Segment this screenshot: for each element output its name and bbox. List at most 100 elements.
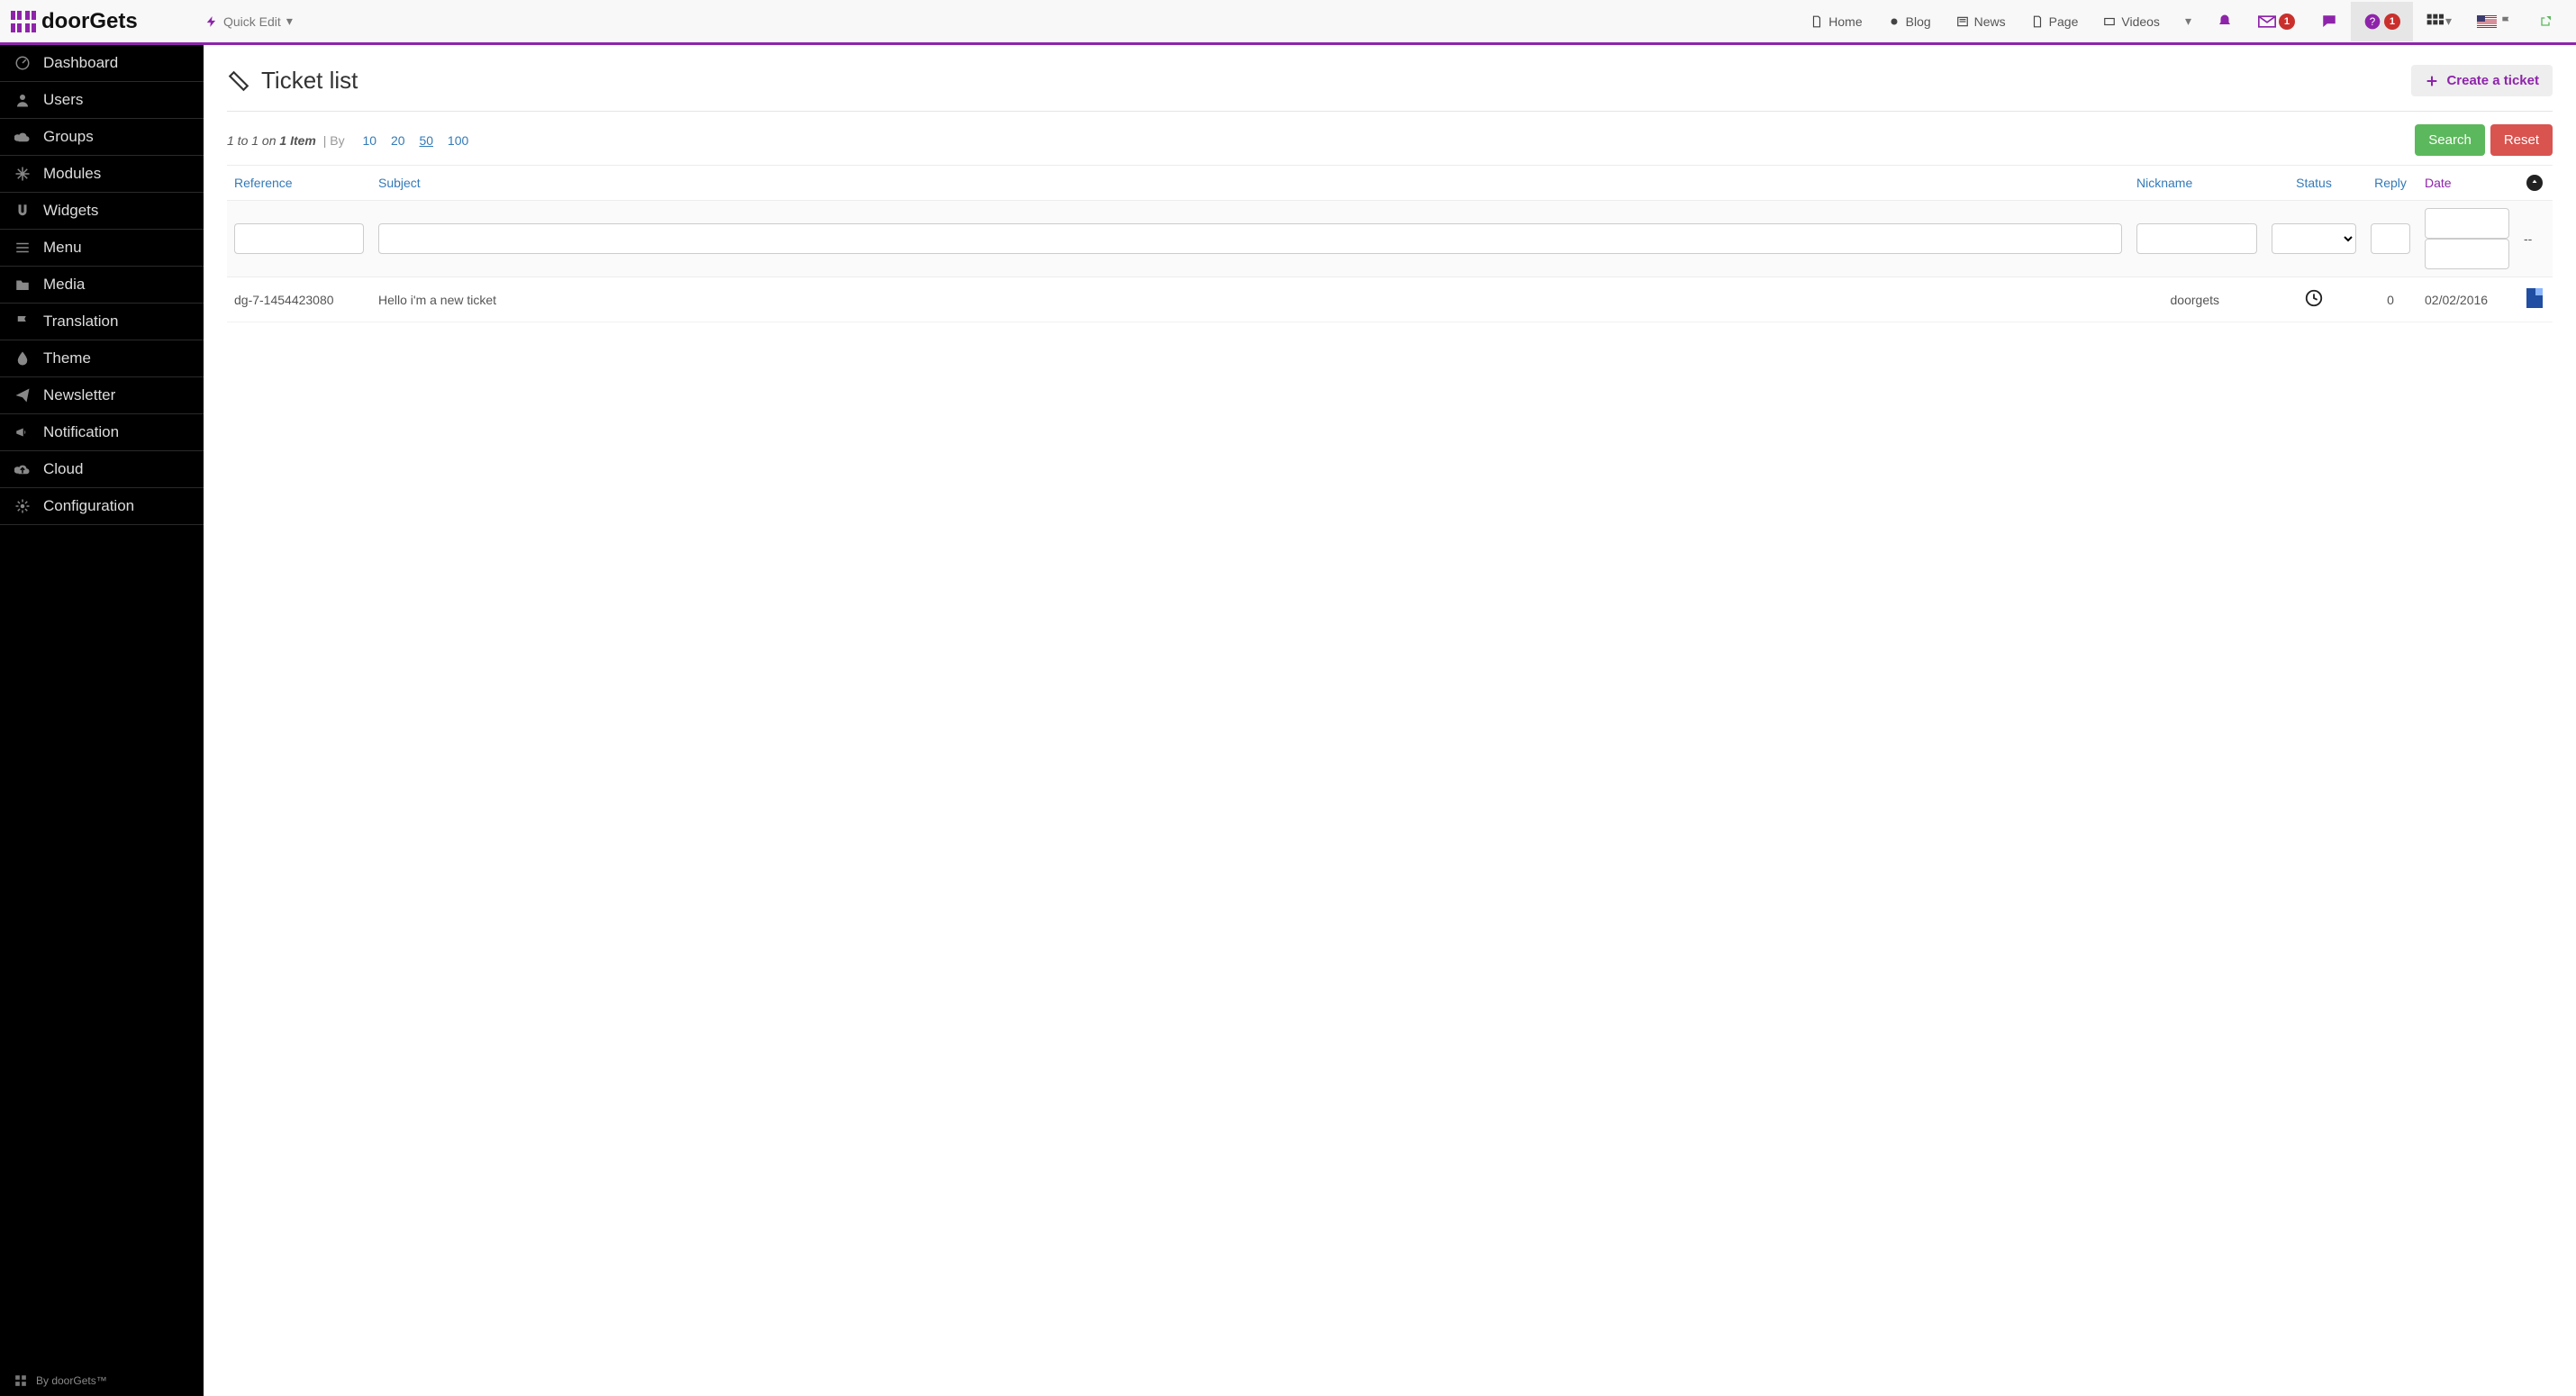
filter-subject-input[interactable] [378,223,2122,254]
side-groups[interactable]: Groups [0,119,204,156]
cell-subject: Hello i'm a new ticket [371,277,2129,322]
topbar: doorGets Quick Edit ▾ Home Blog News Pag… [0,0,2576,45]
quick-edit-dropdown[interactable]: Quick Edit ▾ [196,6,302,36]
chat-button[interactable] [2308,3,2351,41]
side-label: Media [43,276,85,294]
side-configuration[interactable]: Configuration [0,488,204,525]
arrow-up-icon [2530,178,2539,187]
th-reply[interactable]: Reply [2374,176,2407,190]
side-users[interactable]: Users [0,82,204,119]
status-pending-icon [2304,296,2324,311]
pager-opt-20[interactable]: 20 [391,133,405,148]
paper-plane-icon [14,387,31,403]
side-cloud[interactable]: Cloud [0,451,204,488]
main-content: Ticket list Create a ticket 1 to 1 on 1 … [204,45,2576,1396]
create-ticket-label: Create a ticket [2446,73,2539,88]
nav-more-chevron[interactable]: ▾ [2172,1,2204,41]
th-date[interactable]: Date [2425,176,2452,190]
side-notification[interactable]: Notification [0,414,204,451]
nav-label: Videos [2121,14,2160,29]
brand-name: doorGets [41,9,138,34]
ticket-table: Reference Subject Nickname Status Reply … [227,165,2553,322]
th-reference[interactable]: Reference [234,176,293,190]
nav-label: Blog [1906,14,1931,29]
page-icon [1810,15,1823,28]
help-button[interactable]: ? 1 [2351,2,2413,41]
grid-small-icon [14,1374,27,1387]
nav-home[interactable]: Home [1798,2,1874,41]
svg-text:?: ? [2370,16,2376,28]
reset-button[interactable]: Reset [2490,124,2553,156]
grid-icon [2426,13,2444,31]
page-title: Ticket list [227,67,358,95]
side-dashboard[interactable]: Dashboard [0,45,204,82]
pager-opt-10[interactable]: 10 [363,133,377,148]
side-theme[interactable]: Theme [0,340,204,377]
pager-by-label: | By [320,133,349,148]
help-icon: ? [2363,13,2381,31]
open-external[interactable] [2526,4,2565,40]
side-newsletter[interactable]: Newsletter [0,377,204,414]
nav-page[interactable]: Page [2018,2,2091,41]
dot-icon [1888,15,1900,28]
cloud-up-icon [14,461,31,477]
nav-label: Page [2049,14,2079,29]
sort-indicator[interactable] [2526,175,2543,191]
plus-icon [2425,74,2439,88]
notifications-bell[interactable] [2204,3,2245,41]
clock-icon [2304,288,2324,308]
brand[interactable]: doorGets [7,9,196,34]
side-modules[interactable]: Modules [0,156,204,193]
view-ticket-icon[interactable] [2526,288,2543,308]
bell-icon [2217,14,2233,30]
drop-icon [14,350,31,367]
filter-nickname-input[interactable] [2136,223,2257,254]
news-icon [1956,15,1969,28]
caret-down-icon: ▾ [2445,14,2452,29]
list-toolbar: 1 to 1 on 1 Item | By 10 20 50 100 Searc… [227,112,2553,165]
filter-row: -- [227,201,2553,277]
nav-blog[interactable]: Blog [1875,2,1944,41]
flag-us-icon [2477,15,2497,28]
language-picker[interactable] [2464,5,2526,39]
pager-prefix: 1 to 1 on [227,133,279,148]
table-row[interactable]: dg-7-1454423080 Hello i'm a new ticket d… [227,277,2553,322]
side-label: Modules [43,165,101,183]
th-status[interactable]: Status [2296,176,2332,190]
sidebar-footer[interactable]: By doorGets™ [0,1365,204,1396]
th-nickname[interactable]: Nickname [2136,176,2192,190]
side-label: Dashboard [43,54,118,72]
cell-nickname: doorgets [2129,277,2264,322]
pager-opt-50[interactable]: 50 [419,133,433,148]
side-label: Newsletter [43,386,115,404]
nav-news[interactable]: News [1944,2,2018,41]
filter-date-to-input[interactable] [2425,239,2509,269]
magnet-icon [14,203,31,219]
side-translation[interactable]: Translation [0,304,204,340]
nav-label: Home [1828,14,1862,29]
video-icon [2103,15,2116,28]
side-media[interactable]: Media [0,267,204,304]
filter-date-from-input[interactable] [2425,208,2509,239]
side-label: Widgets [43,202,98,220]
megaphone-icon [14,424,31,440]
filter-reply-input[interactable] [2371,223,2410,254]
side-menu[interactable]: Menu [0,230,204,267]
top-nav: Home Blog News Page Videos ▾ 1 [1798,1,2565,41]
side-widgets[interactable]: Widgets [0,193,204,230]
pager-opt-100[interactable]: 100 [448,133,468,148]
create-ticket-button[interactable]: Create a ticket [2411,65,2553,96]
sidebar-footer-text: By doorGets™ [36,1374,107,1387]
th-subject[interactable]: Subject [378,176,421,190]
filter-reference-input[interactable] [234,223,364,254]
flag-icon [2500,15,2513,28]
cell-reference: dg-7-1454423080 [227,277,371,322]
filter-status-select[interactable] [2272,223,2356,254]
external-link-icon [2538,14,2553,29]
messages-button[interactable]: 1 [2245,3,2308,41]
nav-videos[interactable]: Videos [2091,2,2172,41]
search-button[interactable]: Search [2415,124,2485,156]
side-label: Groups [43,128,94,146]
app-switcher[interactable]: ▾ [2413,2,2464,41]
cloud-icon [14,129,31,145]
